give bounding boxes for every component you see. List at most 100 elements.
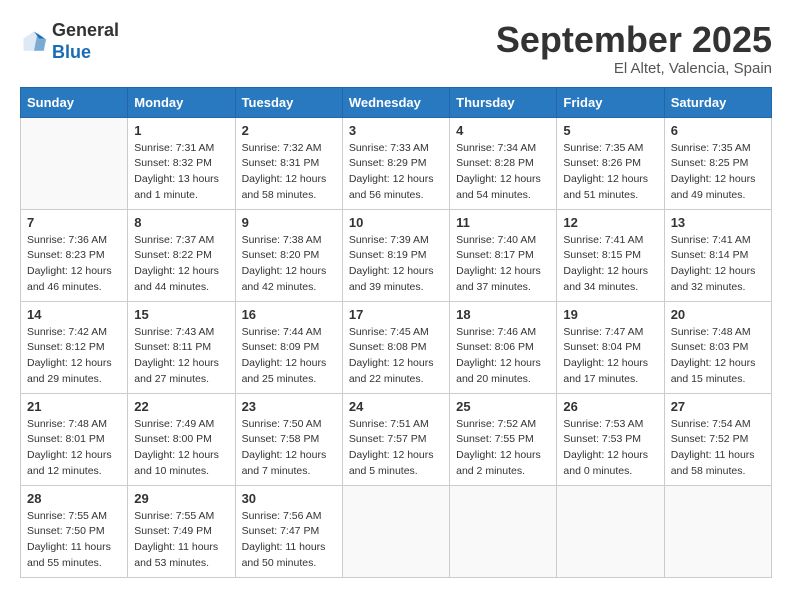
calendar-cell: 14 Sunrise: 7:42 AM Sunset: 8:12 PM Dayli… xyxy=(21,301,128,393)
day-number: 16 xyxy=(242,307,336,322)
page-header: General Blue September 2025 El Altet, Va… xyxy=(20,20,772,77)
day-number: 20 xyxy=(671,307,765,322)
day-number: 28 xyxy=(27,491,121,506)
day-number: 13 xyxy=(671,215,765,230)
calendar-cell: 15Sunrise: 7:43 AM Sunset: 8:11 PM Dayli… xyxy=(128,301,235,393)
day-info: Sunrise: 7:37 AM Sunset: 8:22 PM Dayligh… xyxy=(134,233,228,296)
day-number: 26 xyxy=(563,399,657,414)
calendar-body: 1 Sunrise: 7:31 AM Sunset: 8:32 PM Daylig… xyxy=(21,117,772,577)
day-number: 5 xyxy=(563,123,657,138)
day-info: Sunrise: 7:46 AM Sunset: 8:06 PM Dayligh… xyxy=(456,325,550,388)
day-info: Sunrise: 7:51 AM Sunset: 7:57 PM Dayligh… xyxy=(349,417,443,480)
calendar-cell: 5Sunrise: 7:35 AM Sunset: 8:26 PM Daylig… xyxy=(557,117,664,209)
day-number: 18 xyxy=(456,307,550,322)
calendar-cell xyxy=(450,485,557,577)
day-info: Sunrise: 7:41 AM Sunset: 8:15 PM Dayligh… xyxy=(563,233,657,296)
day-info: Sunrise: 7:48 AM Sunset: 8:01 PM Dayligh… xyxy=(27,417,121,480)
calendar-cell: 24 Sunrise: 7:51 AM Sunset: 7:57 PM Dayli… xyxy=(342,393,449,485)
day-info: Sunrise: 7:47 AM Sunset: 8:04 PM Dayligh… xyxy=(563,325,657,388)
day-number: 11 xyxy=(456,215,550,230)
calendar-week-row: 1 Sunrise: 7:31 AM Sunset: 8:32 PM Daylig… xyxy=(21,117,772,209)
day-number: 14 xyxy=(27,307,121,322)
day-number: 1 xyxy=(134,123,228,138)
day-number: 12 xyxy=(563,215,657,230)
calendar-week-row: 14 Sunrise: 7:42 AM Sunset: 8:12 PM Dayli… xyxy=(21,301,772,393)
calendar-cell: 7 Sunrise: 7:36 AM Sunset: 8:23 PM Daylig… xyxy=(21,209,128,301)
weekday-header-wednesday: Wednesday xyxy=(342,87,449,117)
day-info: Sunrise: 7:55 AM Sunset: 7:49 PM Dayligh… xyxy=(134,509,228,572)
weekday-header-row: SundayMondayTuesdayWednesdayThursdayFrid… xyxy=(21,87,772,117)
day-number: 30 xyxy=(242,491,336,506)
weekday-header-monday: Monday xyxy=(128,87,235,117)
calendar-cell: 6Sunrise: 7:35 AM Sunset: 8:25 PM Daylig… xyxy=(664,117,771,209)
day-number: 17 xyxy=(349,307,443,322)
calendar-cell: 23Sunrise: 7:50 AM Sunset: 7:58 PM Dayli… xyxy=(235,393,342,485)
day-info: Sunrise: 7:53 AM Sunset: 7:53 PM Dayligh… xyxy=(563,417,657,480)
day-info: Sunrise: 7:32 AM Sunset: 8:31 PM Dayligh… xyxy=(242,141,336,204)
day-info: Sunrise: 7:54 AM Sunset: 7:52 PM Dayligh… xyxy=(671,417,765,480)
day-number: 8 xyxy=(134,215,228,230)
day-number: 9 xyxy=(242,215,336,230)
day-number: 10 xyxy=(349,215,443,230)
day-number: 19 xyxy=(563,307,657,322)
calendar-cell: 3 Sunrise: 7:33 AM Sunset: 8:29 PM Daylig… xyxy=(342,117,449,209)
day-info: Sunrise: 7:34 AM Sunset: 8:28 PM Dayligh… xyxy=(456,141,550,204)
calendar-cell: 4Sunrise: 7:34 AM Sunset: 8:28 PM Daylig… xyxy=(450,117,557,209)
calendar-cell: 16 Sunrise: 7:44 AM Sunset: 8:09 PM Dayli… xyxy=(235,301,342,393)
weekday-header-sunday: Sunday xyxy=(21,87,128,117)
day-info: Sunrise: 7:52 AM Sunset: 7:55 PM Dayligh… xyxy=(456,417,550,480)
calendar-cell: 12 Sunrise: 7:41 AM Sunset: 8:15 PM Dayli… xyxy=(557,209,664,301)
day-info: Sunrise: 7:41 AM Sunset: 8:14 PM Dayligh… xyxy=(671,233,765,296)
calendar-cell: 1 Sunrise: 7:31 AM Sunset: 8:32 PM Daylig… xyxy=(128,117,235,209)
day-info: Sunrise: 7:45 AM Sunset: 8:08 PM Dayligh… xyxy=(349,325,443,388)
calendar-cell: 30 Sunrise: 7:56 AM Sunset: 7:47 PM Dayli… xyxy=(235,485,342,577)
calendar-cell: 9 Sunrise: 7:38 AM Sunset: 8:20 PM Daylig… xyxy=(235,209,342,301)
calendar-cell: 8 Sunrise: 7:37 AM Sunset: 8:22 PM Daylig… xyxy=(128,209,235,301)
calendar-cell: 20 Sunrise: 7:48 AM Sunset: 8:03 PM Dayli… xyxy=(664,301,771,393)
calendar-cell xyxy=(664,485,771,577)
day-info: Sunrise: 7:56 AM Sunset: 7:47 PM Dayligh… xyxy=(242,509,336,572)
day-info: Sunrise: 7:48 AM Sunset: 8:03 PM Dayligh… xyxy=(671,325,765,388)
day-info: Sunrise: 7:31 AM Sunset: 8:32 PM Dayligh… xyxy=(134,141,228,204)
day-number: 23 xyxy=(242,399,336,414)
calendar-cell: 17 Sunrise: 7:45 AM Sunset: 8:08 PM Dayli… xyxy=(342,301,449,393)
weekday-header-thursday: Thursday xyxy=(450,87,557,117)
day-info: Sunrise: 7:33 AM Sunset: 8:29 PM Dayligh… xyxy=(349,141,443,204)
day-info: Sunrise: 7:55 AM Sunset: 7:50 PM Dayligh… xyxy=(27,509,121,572)
day-number: 7 xyxy=(27,215,121,230)
day-number: 29 xyxy=(134,491,228,506)
calendar-week-row: 28 Sunrise: 7:55 AM Sunset: 7:50 PM Dayli… xyxy=(21,485,772,577)
calendar-week-row: 21Sunrise: 7:48 AM Sunset: 8:01 PM Dayli… xyxy=(21,393,772,485)
calendar-cell: 28 Sunrise: 7:55 AM Sunset: 7:50 PM Dayli… xyxy=(21,485,128,577)
weekday-header-tuesday: Tuesday xyxy=(235,87,342,117)
weekday-header-friday: Friday xyxy=(557,87,664,117)
day-number: 3 xyxy=(349,123,443,138)
calendar-cell: 22Sunrise: 7:49 AM Sunset: 8:00 PM Dayli… xyxy=(128,393,235,485)
day-number: 24 xyxy=(349,399,443,414)
day-number: 25 xyxy=(456,399,550,414)
calendar-cell: 21Sunrise: 7:48 AM Sunset: 8:01 PM Dayli… xyxy=(21,393,128,485)
calendar-cell: 10Sunrise: 7:39 AM Sunset: 8:19 PM Dayli… xyxy=(342,209,449,301)
day-info: Sunrise: 7:36 AM Sunset: 8:23 PM Dayligh… xyxy=(27,233,121,296)
logo-icon xyxy=(20,28,48,56)
day-info: Sunrise: 7:42 AM Sunset: 8:12 PM Dayligh… xyxy=(27,325,121,388)
day-info: Sunrise: 7:38 AM Sunset: 8:20 PM Dayligh… xyxy=(242,233,336,296)
logo-text: General Blue xyxy=(52,20,119,63)
day-number: 15 xyxy=(134,307,228,322)
calendar-cell: 26 Sunrise: 7:53 AM Sunset: 7:53 PM Dayli… xyxy=(557,393,664,485)
title-block: September 2025 El Altet, Valencia, Spain xyxy=(496,20,772,77)
day-info: Sunrise: 7:44 AM Sunset: 8:09 PM Dayligh… xyxy=(242,325,336,388)
calendar-cell: 25 Sunrise: 7:52 AM Sunset: 7:55 PM Dayli… xyxy=(450,393,557,485)
logo: General Blue xyxy=(20,20,119,63)
calendar-cell: 29 Sunrise: 7:55 AM Sunset: 7:49 PM Dayli… xyxy=(128,485,235,577)
calendar-cell: 2 Sunrise: 7:32 AM Sunset: 8:31 PM Daylig… xyxy=(235,117,342,209)
day-info: Sunrise: 7:35 AM Sunset: 8:25 PM Dayligh… xyxy=(671,141,765,204)
day-info: Sunrise: 7:49 AM Sunset: 8:00 PM Dayligh… xyxy=(134,417,228,480)
calendar-cell: 13 Sunrise: 7:41 AM Sunset: 8:14 PM Dayli… xyxy=(664,209,771,301)
day-number: 2 xyxy=(242,123,336,138)
calendar-cell: 19 Sunrise: 7:47 AM Sunset: 8:04 PM Dayli… xyxy=(557,301,664,393)
weekday-header-saturday: Saturday xyxy=(664,87,771,117)
month-title: September 2025 xyxy=(496,20,772,60)
calendar-cell: 27Sunrise: 7:54 AM Sunset: 7:52 PM Dayli… xyxy=(664,393,771,485)
calendar-cell xyxy=(557,485,664,577)
